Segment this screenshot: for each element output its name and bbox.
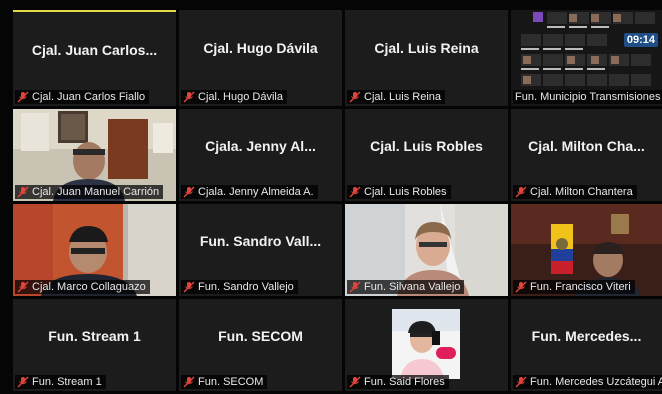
participant-tile[interactable]: Cjal. Hugo Dávila Cjal. Hugo Dávila: [179, 10, 342, 106]
participant-tile-video[interactable]: Fun. Francisco Viteri: [511, 204, 662, 296]
participant-label: Fun. Stream 1: [15, 375, 106, 389]
participant-tile[interactable]: Fun. SECOM Fun. SECOM: [179, 299, 342, 391]
mic-muted-icon: [349, 376, 361, 388]
mic-muted-icon: [349, 186, 361, 198]
participant-name-text: Fun. Silvana Vallejo: [364, 281, 461, 293]
participant-label: Fun. Municipio Transmisiones E: [513, 90, 662, 104]
participant-label: Cjal. Luis Reina: [347, 90, 446, 104]
participant-label: Cjal. Milton Chantera: [513, 185, 637, 199]
participant-tile[interactable]: Cjal. Milton Cha... Cjal. Milton Chanter…: [511, 109, 662, 201]
participant-tile-video[interactable]: Cjal. Juan Manuel Carrión: [13, 109, 176, 201]
mic-muted-icon: [17, 186, 29, 198]
participant-name-text: Cjal. Juan Manuel Carrión: [32, 186, 160, 198]
participant-display-name: Cjal. Luis Reina: [374, 40, 479, 57]
participant-name-text: Cjal. Marco Collaguazo: [32, 281, 146, 293]
participant-display-name: Cjal. Luis Robles: [370, 137, 483, 154]
gallery-view: Cjal. Juan Carlos... Cjal. Juan Carlos F…: [0, 0, 662, 394]
participant-name-text: Fun. Mercedes Uzcátegui A.: [530, 376, 662, 388]
participant-tile[interactable]: Fun. Said Flores: [345, 299, 508, 391]
participant-label: Fun. Said Flores: [347, 375, 449, 389]
participant-tile[interactable]: Cjal. Luis Robles Cjal. Luis Robles: [345, 109, 508, 201]
participant-label: Fun. Silvana Vallejo: [347, 280, 465, 294]
participant-name-text: Fun. Municipio Transmisiones E: [515, 91, 662, 103]
participant-label: Cjal. Marco Collaguazo: [15, 280, 150, 294]
mic-muted-icon: [17, 91, 29, 103]
participant-name-text: Cjal. Juan Carlos Fiallo: [32, 91, 146, 103]
mic-muted-icon: [515, 376, 527, 388]
participant-name-text: Fun. Francisco Viteri: [530, 281, 631, 293]
participant-label: Cjal. Juan Manuel Carrión: [15, 185, 164, 199]
participant-label: Fun. Sandro Vallejo: [181, 280, 298, 294]
participant-tile[interactable]: Fun. Mercedes... Fun. Mercedes Uzcátegui…: [511, 299, 662, 391]
mic-muted-icon: [349, 91, 361, 103]
mic-muted-icon: [515, 281, 527, 293]
clock-badge: 09:14: [623, 33, 658, 47]
participant-display-name: Cjal. Juan Carlos...: [31, 41, 158, 58]
participant-tile[interactable]: Cjala. Jenny Al... Cjala. Jenny Almeida …: [179, 109, 342, 201]
participant-tile[interactable]: Fun. Stream 1 Fun. Stream 1: [13, 299, 176, 391]
participant-display-name: Cjal. Milton Cha...: [528, 137, 645, 154]
participant-label: Cjal. Hugo Dávila: [181, 90, 287, 104]
participant-display-name: Fun. Stream 1: [48, 327, 141, 344]
participant-label: Cjal. Luis Robles: [347, 185, 451, 199]
participant-tile-screenshare[interactable]: 09:14 Fun. Municipio Transmisiones E: [511, 10, 662, 106]
participant-tile-video[interactable]: Fun. Silvana Vallejo: [345, 204, 508, 296]
participant-display-name: Fun. SECOM: [218, 327, 303, 344]
mic-muted-icon: [183, 186, 195, 198]
participant-tile-video[interactable]: Cjal. Marco Collaguazo: [13, 204, 176, 296]
participant-name-text: Fun. SECOM: [198, 376, 264, 388]
participant-label: Fun. Francisco Viteri: [513, 280, 635, 294]
participant-name-text: Cjal. Hugo Dávila: [198, 91, 283, 103]
participant-display-name: Cjal. Hugo Dávila: [203, 40, 318, 57]
participant-name-text: Fun. Stream 1: [32, 376, 102, 388]
participant-label: Fun. SECOM: [181, 375, 268, 389]
profile-picture: [392, 309, 460, 379]
mic-muted-icon: [183, 91, 195, 103]
participant-name-text: Fun. Sandro Vallejo: [198, 281, 294, 293]
mic-muted-icon: [349, 281, 361, 293]
mic-muted-icon: [17, 281, 29, 293]
participant-display-name: Fun. Sandro Vall...: [199, 232, 322, 249]
participant-label: Cjala. Jenny Almeida A.: [181, 185, 318, 199]
participant-tile[interactable]: Fun. Sandro Vall... Fun. Sandro Vallejo: [179, 204, 342, 296]
participant-name-text: Fun. Said Flores: [364, 376, 445, 388]
mic-muted-icon: [515, 186, 527, 198]
participant-tile[interactable]: Cjal. Juan Carlos... Cjal. Juan Carlos F…: [13, 10, 176, 106]
participant-name-text: Cjala. Jenny Almeida A.: [198, 186, 314, 198]
participant-display-name: Fun. Mercedes...: [531, 327, 642, 344]
participant-display-name: Cjala. Jenny Al...: [205, 137, 316, 154]
participant-name-text: Cjal. Luis Robles: [364, 186, 447, 198]
participant-tile[interactable]: Cjal. Luis Reina Cjal. Luis Reina: [345, 10, 508, 106]
participant-name-text: Cjal. Luis Reina: [364, 91, 442, 103]
mic-muted-icon: [183, 281, 195, 293]
mic-muted-icon: [183, 376, 195, 388]
participant-name-text: Cjal. Milton Chantera: [530, 186, 633, 198]
participant-label: Fun. Mercedes Uzcátegui A.: [513, 375, 662, 389]
participant-label: Cjal. Juan Carlos Fiallo: [15, 90, 150, 104]
mic-muted-icon: [17, 376, 29, 388]
